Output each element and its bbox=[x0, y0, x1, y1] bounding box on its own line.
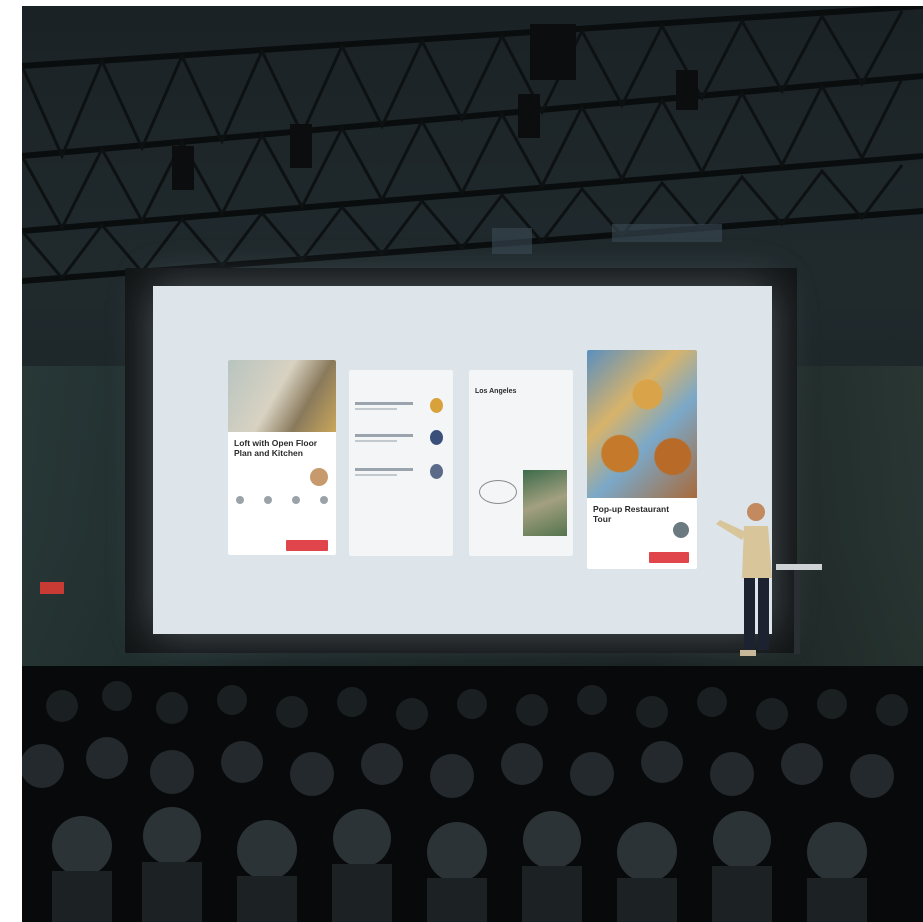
podium bbox=[776, 564, 822, 654]
exit-sign bbox=[40, 582, 64, 594]
cactus-photo bbox=[523, 470, 567, 536]
app-card-listing: Loft with Open Floor Plan and Kitchen bbox=[228, 360, 336, 555]
red-button bbox=[286, 540, 328, 551]
app-card-city: Los Angeles bbox=[469, 370, 573, 556]
card1-title: Loft with Open Floor Plan and Kitchen bbox=[234, 438, 318, 458]
avatar bbox=[310, 468, 328, 486]
audience bbox=[22, 666, 923, 922]
listing-photo bbox=[228, 360, 336, 432]
ceiling-truss bbox=[22, 6, 923, 284]
food-photo bbox=[587, 350, 697, 498]
card3-title: Los Angeles bbox=[475, 388, 517, 395]
red-button bbox=[649, 552, 689, 563]
list-item bbox=[355, 464, 447, 480]
card4-title: Pop-up Restaurant Tour bbox=[593, 504, 670, 524]
projection-screen: Loft with Open Floor Plan and Kitchen Lo… bbox=[153, 286, 772, 634]
list-item bbox=[355, 398, 447, 414]
photo: Loft with Open Floor Plan and Kitchen Lo… bbox=[22, 6, 923, 922]
amenity-icons bbox=[236, 496, 328, 504]
logo-badge bbox=[479, 480, 517, 504]
avatar bbox=[673, 522, 689, 538]
app-card-food: Pop-up Restaurant Tour bbox=[587, 350, 697, 569]
app-card-list bbox=[349, 370, 453, 556]
list-item bbox=[355, 430, 447, 446]
